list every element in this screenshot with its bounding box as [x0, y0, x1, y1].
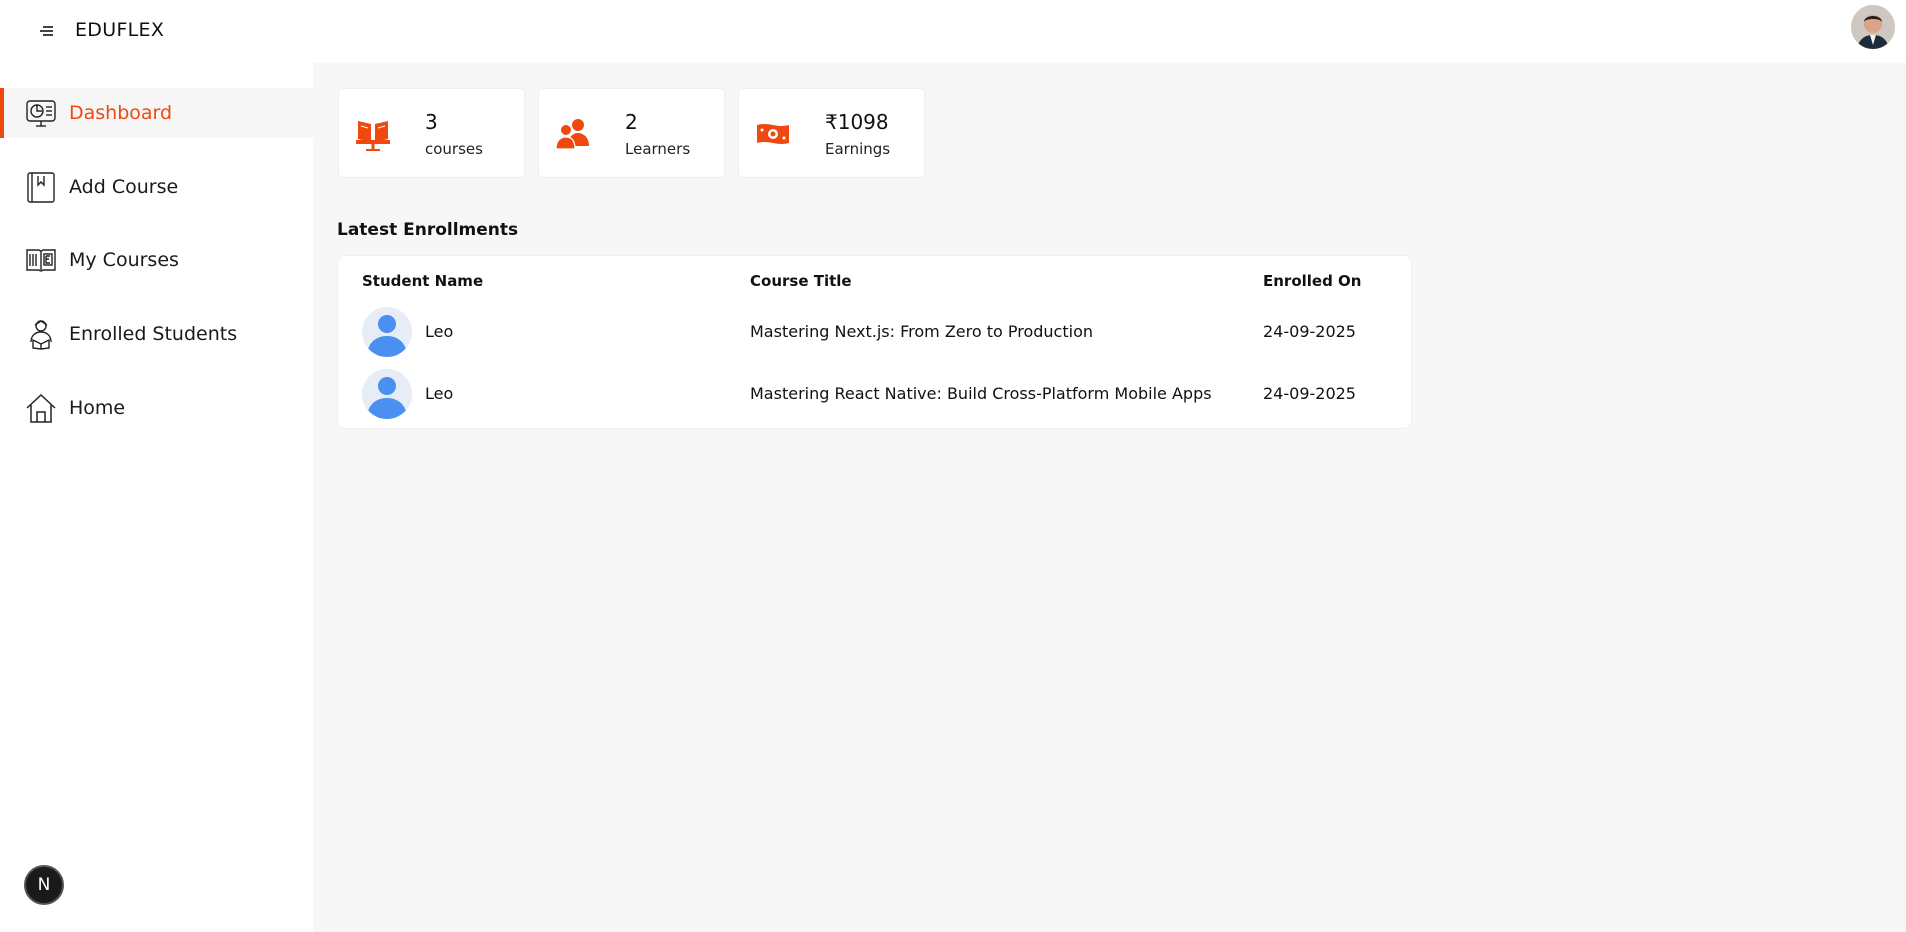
dashboard-icon	[26, 100, 56, 127]
table-row: Leo Mastering React Native: Build Cross-…	[338, 366, 1413, 424]
stat-value: 2	[625, 110, 638, 134]
column-header-date: Enrolled On	[1263, 272, 1362, 290]
menu-icon	[40, 26, 53, 36]
enrolled-students-icon	[30, 320, 52, 350]
next-devtools-button[interactable]: N	[24, 865, 64, 905]
enrollments-table: Student Name Course Title Enrolled On Le…	[337, 255, 1412, 429]
course-title: Mastering Next.js: From Zero to Producti…	[750, 322, 1093, 341]
table-row: Leo Mastering Next.js: From Zero to Prod…	[338, 304, 1413, 362]
sidebar: Dashboard Add Course My Courses Enrolled…	[0, 63, 313, 932]
user-avatar[interactable]	[1851, 5, 1895, 49]
top-bar: EDUFLEX	[0, 0, 1906, 63]
student-avatar	[362, 369, 412, 419]
sidebar-item-enrolled-students[interactable]: Enrolled Students	[0, 309, 313, 359]
sidebar-item-add-course[interactable]: Add Course	[0, 162, 313, 212]
stat-label: courses	[425, 140, 483, 158]
brand-logo[interactable]: EDUFLEX	[75, 19, 164, 41]
sidebar-item-home[interactable]: Home	[0, 383, 313, 433]
student-name: Leo	[425, 322, 454, 341]
student-avatar	[362, 307, 412, 357]
stat-value: ₹1098	[825, 110, 889, 134]
course-title: Mastering React Native: Build Cross-Plat…	[750, 384, 1212, 403]
sidebar-item-label: Enrolled Students	[69, 323, 238, 345]
course-book-icon	[356, 121, 390, 151]
home-icon	[26, 393, 56, 423]
stat-card-learners: 2 Learners	[538, 88, 725, 178]
column-header-course: Course Title	[750, 272, 852, 290]
stat-label: Learners	[625, 140, 691, 158]
sidebar-item-label: Dashboard	[69, 102, 173, 124]
add-course-icon	[27, 172, 55, 203]
next-badge-label: N	[37, 875, 51, 895]
sidebar-item-my-courses[interactable]: My Courses	[0, 235, 313, 285]
user-photo-icon	[1851, 5, 1895, 49]
sidebar-item-dashboard[interactable]: Dashboard	[0, 88, 313, 138]
sidebar-item-label: My Courses	[69, 249, 179, 271]
user-placeholder-icon	[367, 315, 407, 357]
column-header-student: Student Name	[362, 272, 484, 290]
student-name: Leo	[425, 384, 454, 403]
stat-card-earnings: ₹1098 Earnings	[738, 88, 925, 178]
stat-value: 3	[425, 110, 438, 134]
menu-toggle-button[interactable]	[37, 21, 57, 41]
main-content: 3 courses 2 Learners ₹1098 Earnings Late…	[313, 63, 1906, 932]
my-courses-icon	[26, 249, 56, 272]
enrolled-date: 24-09-2025	[1263, 322, 1356, 341]
stat-card-courses: 3 courses	[338, 88, 525, 178]
section-title: Latest Enrollments	[337, 220, 519, 240]
learners-icon	[555, 119, 589, 150]
user-placeholder-icon	[367, 377, 407, 419]
sidebar-item-label: Add Course	[69, 176, 179, 198]
stat-label: Earnings	[825, 140, 891, 158]
sidebar-item-label: Home	[69, 397, 126, 419]
enrolled-date: 24-09-2025	[1263, 384, 1356, 403]
money-icon	[757, 124, 789, 144]
